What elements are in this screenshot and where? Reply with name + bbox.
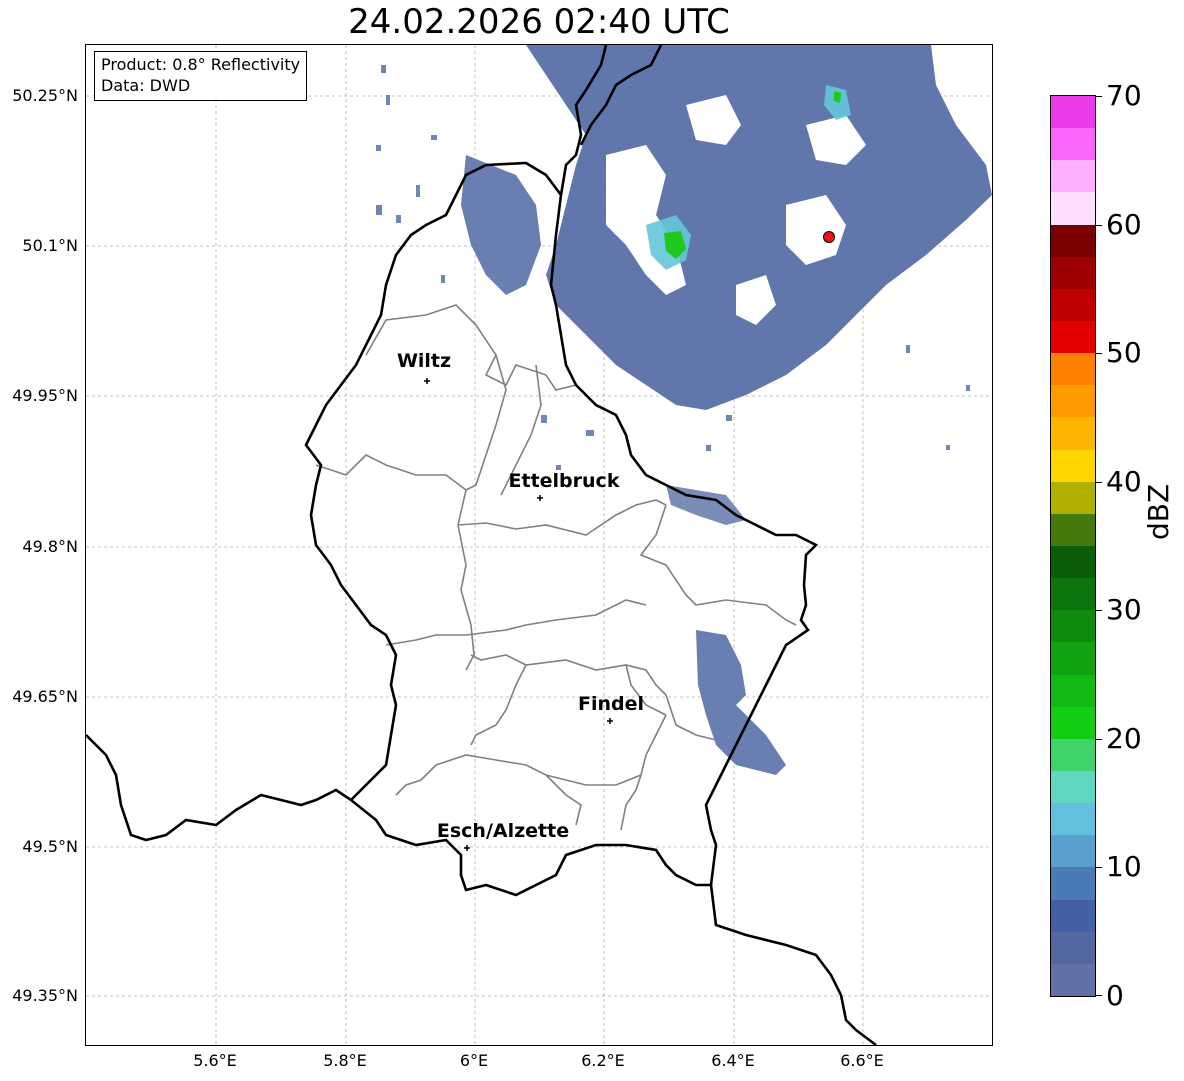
colorbar-segment <box>1051 128 1095 161</box>
colorbar-segment <box>1051 931 1095 964</box>
echo-southeast-cell <box>696 630 786 775</box>
colorbar-segment <box>1051 963 1095 996</box>
city-wiltz: Wiltz <box>397 350 451 384</box>
map-panel[interactable]: Wiltz Ettelbruck Findel Esch/Alzette <box>85 44 993 1046</box>
city-markers: Wiltz Ettelbruck Findel Esch/Alzette <box>397 350 644 851</box>
colorbar-tick-label: 20 <box>1106 722 1142 755</box>
city-label-wiltz: Wiltz <box>397 350 451 372</box>
colorbar-segment <box>1051 385 1095 418</box>
colorbar-tick-label: 10 <box>1106 850 1142 883</box>
colorbar-segment <box>1051 256 1095 289</box>
colorbar-segment <box>1051 578 1095 611</box>
colorbar-tick <box>1096 739 1102 740</box>
colorbar-segment <box>1051 288 1095 321</box>
lon-tick-label: 5.6°E <box>193 1051 237 1070</box>
lat-tick-label: 49.8°N <box>22 537 78 556</box>
colorbar-segment <box>1051 674 1095 707</box>
colorbar-tick-label: 50 <box>1106 336 1142 369</box>
lon-tick-label: 6.2°E <box>581 1051 625 1070</box>
colorbar-tick-label: 60 <box>1106 208 1142 241</box>
colorbar-segment <box>1051 642 1095 675</box>
colorbar-segment <box>1051 610 1095 643</box>
lon-tick-label: 6.6°E <box>840 1051 884 1070</box>
lat-tick-label: 49.65°N <box>12 687 78 706</box>
colorbar-segment <box>1051 224 1095 257</box>
colorbar-tick <box>1096 225 1102 226</box>
colorbar-tick <box>1096 96 1102 97</box>
lat-tick-label: 49.95°N <box>12 386 78 405</box>
colorbar-tick-label: 30 <box>1106 593 1142 626</box>
colorbar-segment <box>1051 706 1095 739</box>
radar-site-marker <box>823 231 835 243</box>
city-label-findel: Findel <box>578 693 644 715</box>
lat-tick-label: 49.5°N <box>22 837 78 856</box>
colorbar-tick-label: 40 <box>1106 465 1142 498</box>
lon-tick-label: 6.4°E <box>711 1051 755 1070</box>
border-lux-france <box>350 798 711 897</box>
colorbar-segment <box>1051 353 1095 386</box>
colorbar-segment <box>1051 160 1095 193</box>
echo-field-northwest <box>461 155 541 295</box>
colorbar-segment <box>1051 899 1095 932</box>
lon-tick-label: 6°E <box>459 1051 489 1070</box>
colorbar-tick <box>1096 353 1102 354</box>
colorbar-segment <box>1051 545 1095 579</box>
colorbar-segment <box>1051 320 1095 354</box>
colorbar-segment <box>1051 192 1095 225</box>
map-title: 24.02.2026 02:40 UTC <box>348 2 730 42</box>
colorbar-segment <box>1051 513 1095 546</box>
colorbar-tick-label: 70 <box>1106 79 1142 112</box>
lat-tick-label: 49.35°N <box>12 986 78 1005</box>
colorbar-tick <box>1096 482 1102 483</box>
city-label-ettelbruck: Ettelbruck <box>509 470 620 492</box>
border-lux-belgium <box>304 163 487 801</box>
product-info-box: Product: 0.8° Reflectivity Data: DWD <box>94 51 308 101</box>
echo-field-northeast <box>526 45 992 410</box>
colorbar-unit-label: dBZ <box>1142 483 1175 540</box>
colorbar-tick-label: 0 <box>1106 979 1124 1012</box>
colorbar-segment <box>1051 770 1095 804</box>
lat-tick-label: 50.1°N <box>22 236 78 255</box>
data-source-label: Data: DWD <box>101 76 191 95</box>
border-belgium-france <box>86 734 352 842</box>
colorbar-segment <box>1051 96 1095 129</box>
colorbar-tick <box>1096 610 1102 611</box>
city-marker-wiltz <box>424 378 430 384</box>
colorbar-segment <box>1051 835 1095 868</box>
colorbar-segment <box>1051 803 1095 836</box>
city-marker-esch <box>464 845 470 851</box>
colorbar-tick <box>1096 867 1102 868</box>
lat-tick-label: 50.25°N <box>12 86 78 105</box>
dbz-colorbar <box>1050 95 1096 997</box>
city-esch: Esch/Alzette <box>437 820 569 851</box>
lon-tick-label: 5.8°E <box>323 1051 367 1070</box>
colorbar-segment <box>1051 867 1095 900</box>
colorbar-segment <box>1051 417 1095 450</box>
colorbar-segment <box>1051 449 1095 482</box>
city-findel: Findel <box>578 693 644 724</box>
city-ettelbruck: Ettelbruck <box>509 470 620 501</box>
city-marker-ettelbruck <box>537 495 543 501</box>
colorbar-segment <box>1051 738 1095 771</box>
product-label: Product: 0.8° Reflectivity <box>101 55 301 74</box>
colorbar-segment <box>1051 481 1095 514</box>
colorbar-tick <box>1096 995 1102 996</box>
city-marker-findel <box>607 718 613 724</box>
radar-map: Wiltz Ettelbruck Findel Esch/Alzette <box>86 45 992 1045</box>
city-label-esch-alzette: Esch/Alzette <box>437 820 569 842</box>
